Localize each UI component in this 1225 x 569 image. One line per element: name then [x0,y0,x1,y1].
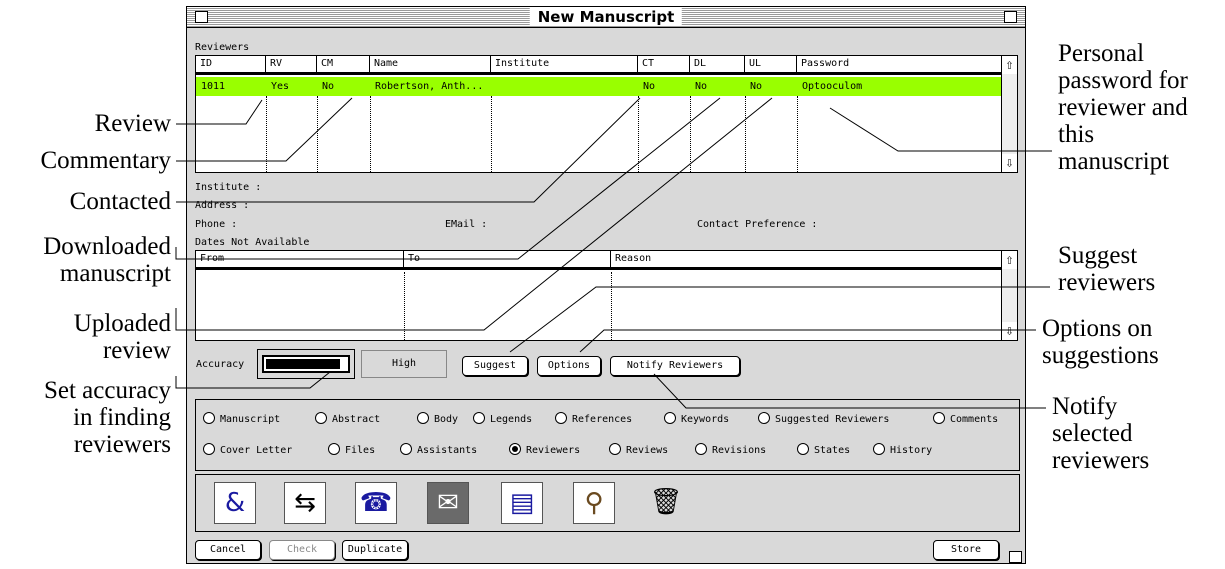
callout-contacted [176,97,641,203]
callout-notify [653,373,1046,409]
callout-lines [175,97,1052,409]
callout-downloaded [175,97,721,260]
callout-accuracy [175,371,331,389]
callout-review [176,99,263,125]
callout-uploaded [175,97,773,331]
callout-password [829,107,1052,152]
callout-commentary [176,97,353,162]
callout-options [579,329,1036,353]
